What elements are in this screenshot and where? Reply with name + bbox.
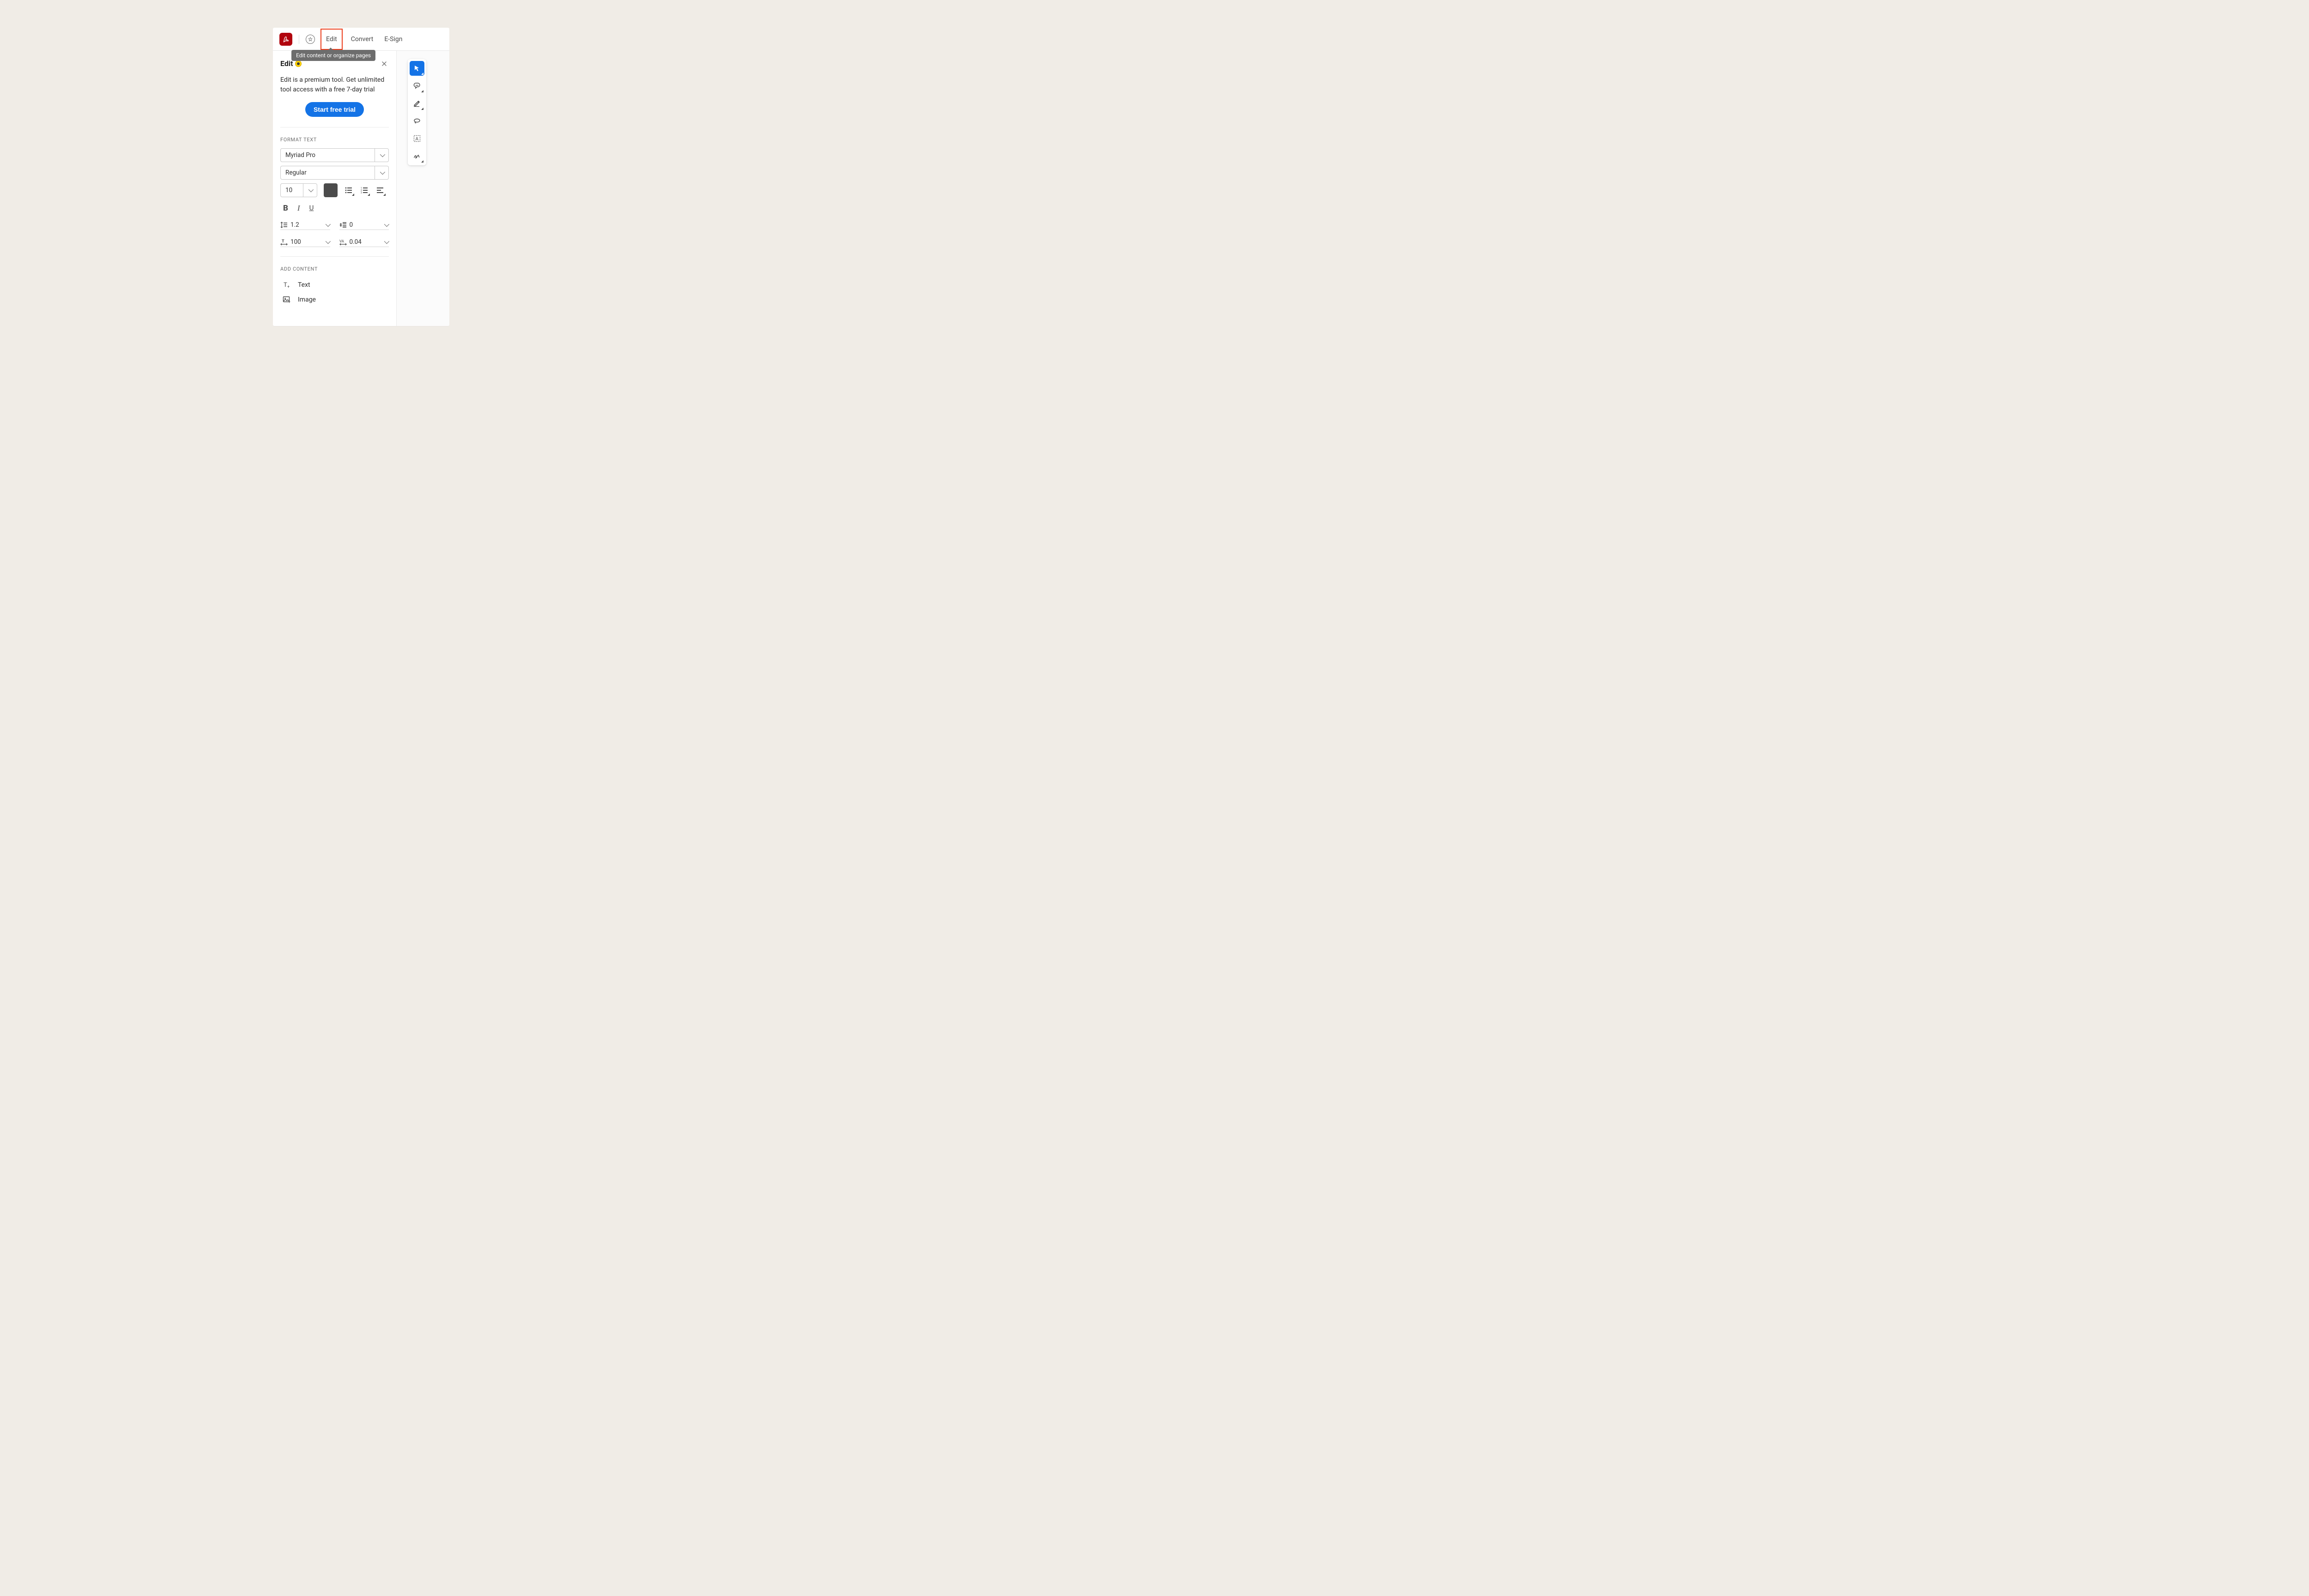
horizontal-scale-icon: T (280, 238, 288, 246)
rail-comment-tool[interactable] (410, 79, 424, 93)
start-trial-button[interactable]: Start free trial (305, 102, 364, 117)
font-weight-value: Regular (281, 169, 375, 176)
chevron-down-icon (375, 166, 388, 179)
tracking-icon: VA (339, 238, 347, 246)
add-image-label: Image (298, 296, 316, 303)
align-left-icon (376, 186, 384, 194)
tooltip: Edit content or organize pages (291, 50, 375, 61)
edit-panel: Edit Edit is a premium tool. Get unlimit… (273, 51, 397, 326)
promo-text: Edit is a premium tool. Get unlimited to… (280, 75, 389, 95)
right-rail-area: A (397, 51, 449, 326)
tracking-input[interactable]: VA 0.04 (339, 238, 389, 247)
chevron-down-icon (303, 184, 317, 197)
add-image-button[interactable]: + Image (280, 292, 389, 307)
close-icon (381, 61, 387, 66)
underline-button[interactable]: U (309, 204, 314, 213)
svg-text:+: + (287, 285, 290, 289)
star-icon (308, 37, 313, 42)
line-height-value: 1.2 (290, 221, 323, 229)
spacing-grid: 1.2 0 T 100 VA 0.04 (280, 219, 389, 257)
svg-text:VA: VA (339, 239, 345, 243)
tab-edit[interactable]: Edit (320, 29, 343, 50)
numbered-list-icon: 1 2 3 (360, 186, 369, 194)
tab-esign[interactable]: E-Sign (381, 34, 405, 45)
rail-select-tool[interactable] (410, 61, 424, 76)
comment-icon (413, 82, 421, 90)
rail-area-select-tool[interactable]: A (410, 131, 424, 146)
font-size-value: 10 (281, 187, 303, 194)
italic-button[interactable]: I (297, 204, 300, 213)
add-text-icon: T+ (282, 280, 291, 290)
font-weight-select[interactable]: Regular (280, 166, 389, 180)
svg-text:T: T (282, 239, 284, 244)
add-text-label: Text (298, 281, 310, 289)
acrobat-icon (282, 35, 290, 43)
rail-lasso-tool[interactable] (410, 114, 424, 128)
star-button[interactable] (306, 35, 315, 44)
acrobat-logo (279, 33, 292, 46)
content-row: Edit Edit is a premium tool. Get unlimit… (273, 51, 449, 326)
font-family-value: Myriad Pro (281, 151, 375, 159)
bulleted-list-button[interactable] (344, 186, 353, 195)
top-bar: Edit Convert E-Sign Edit content or orga… (273, 28, 449, 51)
tab-convert[interactable]: Convert (348, 34, 376, 45)
paragraph-spacing-input[interactable]: 0 (339, 221, 389, 230)
rail-sign-tool[interactable] (410, 149, 424, 163)
rail-highlight-tool[interactable] (410, 96, 424, 111)
lasso-icon (413, 117, 421, 125)
close-button[interactable] (380, 60, 389, 67)
paragraph-spacing-icon (339, 221, 347, 229)
text-color-swatch[interactable] (324, 183, 338, 197)
highlighter-icon (413, 99, 421, 108)
svg-text:T: T (284, 282, 287, 289)
panel-title-text: Edit (280, 59, 293, 68)
format-row: 10 1 2 3 (280, 183, 389, 197)
horizontal-scale-value: 100 (290, 238, 323, 246)
chevron-down-icon (375, 149, 388, 162)
add-text-button[interactable]: T+ Text (280, 278, 389, 292)
line-height-icon (280, 221, 288, 229)
bold-button[interactable]: B (283, 204, 288, 213)
svg-text:A: A (416, 137, 419, 142)
tracking-value: 0.04 (350, 238, 382, 246)
font-family-select[interactable]: Myriad Pro (280, 148, 389, 162)
area-text-icon: A (413, 134, 421, 143)
paragraph-spacing-value: 0 (350, 221, 382, 229)
text-align-button[interactable] (375, 186, 385, 195)
horizontal-scale-input[interactable]: T 100 (280, 238, 330, 247)
tool-rail: A (408, 59, 426, 165)
line-height-input[interactable]: 1.2 (280, 221, 330, 230)
signature-icon (413, 152, 421, 160)
premium-badge-icon (295, 60, 302, 67)
add-image-icon: + (282, 295, 291, 304)
svg-text:+: + (288, 300, 290, 304)
text-style-row: B I U (280, 202, 389, 219)
bulleted-list-icon (345, 186, 353, 194)
format-text-label: FORMAT TEXT (280, 137, 389, 143)
font-size-select[interactable]: 10 (280, 183, 317, 197)
cursor-icon (413, 65, 421, 72)
app-window: Edit Convert E-Sign Edit content or orga… (273, 28, 449, 326)
add-content-label: ADD CONTENT (280, 266, 389, 272)
numbered-list-button[interactable]: 1 2 3 (360, 186, 369, 195)
svg-text:3: 3 (361, 192, 362, 194)
